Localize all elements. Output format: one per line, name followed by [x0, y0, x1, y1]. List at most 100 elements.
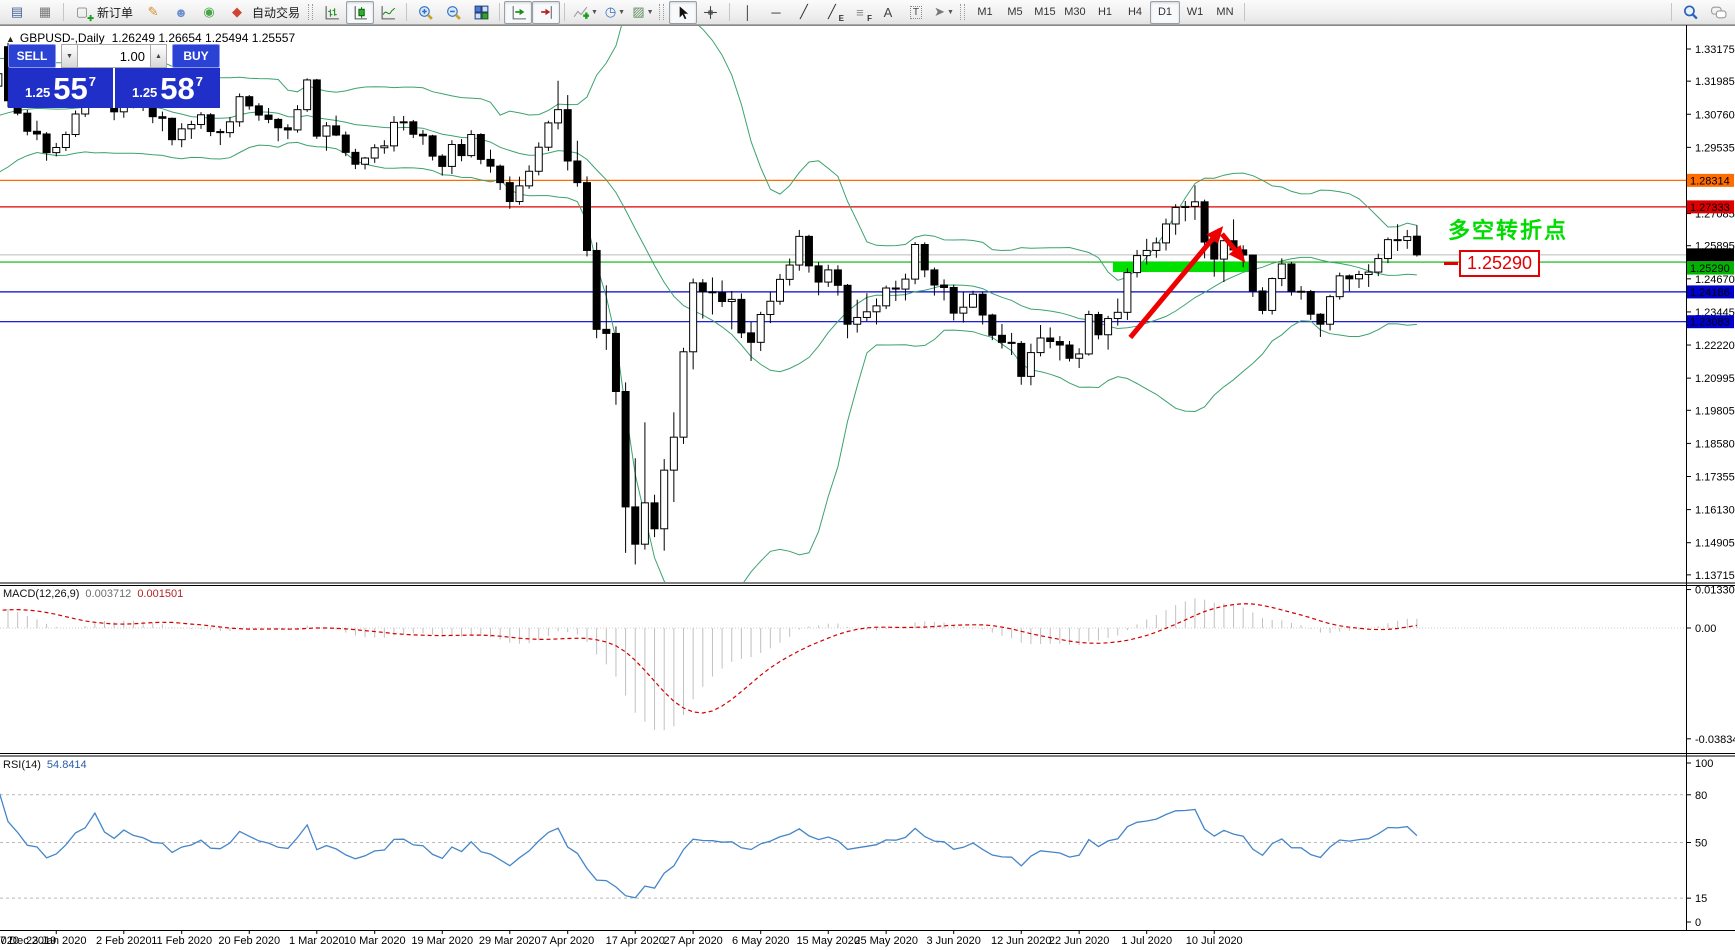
new-order-label: 新订单: [97, 4, 133, 21]
vertical-line-button[interactable]: │: [734, 1, 762, 24]
svg-text:27 Apr 2020: 27 Apr 2020: [663, 935, 722, 947]
timeframe-mn-button[interactable]: MN: [1210, 1, 1240, 24]
svg-text:3 Jun 2020: 3 Jun 2020: [926, 935, 980, 947]
indicators-icon: [572, 4, 589, 21]
candlestick-chart-button[interactable]: [346, 1, 374, 24]
indicators-button[interactable]: ▼: [569, 1, 601, 24]
mql-community-button[interactable]: ☻: [167, 1, 195, 24]
svg-text:19 Mar 2020: 19 Mar 2020: [411, 935, 473, 947]
svg-text:0.013301: 0.013301: [1695, 585, 1735, 597]
svg-text:15 May 2020: 15 May 2020: [796, 935, 860, 947]
svg-text:1.24670: 1.24670: [1695, 274, 1735, 286]
svg-text:1.25557: 1.25557: [1690, 250, 1730, 262]
arrows-button[interactable]: ➤▼: [930, 1, 958, 24]
timeframe-m1-button[interactable]: M1: [970, 1, 1000, 24]
periods-button[interactable]: ◷▼: [601, 1, 629, 24]
dropdown-arrow-icon[interactable]: ▼: [947, 9, 954, 16]
svg-text:1.29535: 1.29535: [1695, 142, 1735, 154]
ohlc-values: 1.26249 1.26654 1.25494 1.25557: [112, 31, 296, 45]
tile-windows-button[interactable]: [467, 1, 495, 24]
svg-text:1.24186: 1.24186: [1690, 287, 1730, 299]
buy-price[interactable]: 1.25 58 7: [115, 68, 220, 108]
toolbar-separator: [564, 3, 565, 21]
new-order-button[interactable]: ▢✚: [68, 1, 96, 24]
crosshair-button[interactable]: [697, 1, 725, 24]
svg-text:80: 80: [1695, 790, 1707, 802]
bar-chart-button[interactable]: [318, 1, 346, 24]
chat-button[interactable]: [1704, 1, 1732, 24]
toolbar-grip: [659, 4, 664, 20]
zoom-out-button[interactable]: [439, 1, 467, 24]
svg-text:0.00: 0.00: [1695, 623, 1716, 635]
arrows-icon: ➤: [934, 4, 945, 20]
chart-list-icon: ▤: [11, 4, 23, 20]
fibonacci-button[interactable]: ≡F: [846, 1, 874, 24]
toolbar-separator: [406, 3, 407, 21]
svg-text:20 Feb 2020: 20 Feb 2020: [218, 935, 280, 947]
svg-text:1.31985: 1.31985: [1695, 76, 1735, 88]
svg-text:12 Jun 2020: 12 Jun 2020: [991, 935, 1052, 947]
zoom-in-button[interactable]: [411, 1, 439, 24]
dropdown-arrow-icon[interactable]: ▼: [647, 9, 654, 16]
svg-text:23 Jan 2020: 23 Jan 2020: [26, 935, 87, 947]
trendline-icon: ╱: [800, 4, 808, 20]
svg-text:10 Mar 2020: 10 Mar 2020: [344, 935, 406, 947]
equidistant-channel-icon-overlay: E: [839, 15, 844, 23]
dropdown-arrow-icon[interactable]: ▼: [618, 9, 625, 16]
chart-title[interactable]: ▲GBPUSD-,Daily1.26249 1.26654 1.25494 1.…: [6, 31, 295, 45]
svg-text:1.19805: 1.19805: [1695, 405, 1735, 417]
volume-increase-button[interactable]: ▲: [150, 44, 167, 68]
svg-text:1.16130: 1.16130: [1695, 505, 1735, 517]
zoom-in-icon: [417, 4, 434, 21]
dropdown-arrow-icon[interactable]: ▼: [591, 9, 598, 16]
svg-text:15: 15: [1695, 893, 1707, 905]
price-callout-label[interactable]: 1.25290: [1459, 250, 1540, 277]
svg-text:11 Feb 2020: 11 Feb 2020: [151, 935, 212, 947]
buy-button[interactable]: BUY: [172, 44, 220, 68]
search-button[interactable]: [1676, 1, 1704, 24]
svg-text:-0.038343: -0.038343: [1695, 734, 1735, 746]
signals-button[interactable]: ◉: [195, 1, 223, 24]
volume-input[interactable]: [78, 44, 150, 68]
timeframe-w1-button[interactable]: W1: [1180, 1, 1210, 24]
one-click-trading-panel: SELL ▼ ▲ BUY 1.25 55 7 1.25 58 7: [8, 44, 220, 108]
text-button[interactable]: A: [874, 1, 902, 24]
timeframe-h4-button[interactable]: H4: [1120, 1, 1150, 24]
sell-price[interactable]: 1.25 55 7: [8, 68, 113, 108]
text-label-button[interactable]: T: [902, 1, 930, 24]
svg-text:1.20995: 1.20995: [1695, 373, 1735, 385]
chart-shift-button[interactable]: [532, 1, 560, 24]
timeframe-d1-button[interactable]: D1: [1150, 1, 1180, 24]
svg-text:6 May 2020: 6 May 2020: [732, 935, 789, 947]
turning-point-annotation[interactable]: 多空转折点: [1448, 213, 1568, 245]
svg-text:29 Mar 2020: 29 Mar 2020: [479, 935, 541, 947]
timeframe-h1-button[interactable]: H1: [1090, 1, 1120, 24]
cursor-button[interactable]: [669, 1, 697, 24]
data-window-icon: ▦: [39, 4, 51, 20]
toolbar-separator: [499, 3, 500, 21]
toolbar-separator: [1671, 3, 1672, 21]
chart-list-button[interactable]: ▤: [3, 1, 31, 24]
horizontal-line-button[interactable]: ─: [762, 1, 790, 24]
macd-value: 0.003712: [85, 588, 131, 600]
toolbar-separator: [63, 3, 64, 21]
line-chart-button[interactable]: [374, 1, 402, 24]
volume-decrease-button[interactable]: ▼: [61, 44, 78, 68]
data-window-button[interactable]: ▦: [31, 1, 59, 24]
trendline-button[interactable]: ╱: [790, 1, 818, 24]
timeframe-m15-button[interactable]: M15: [1030, 1, 1060, 24]
collapse-icon[interactable]: ▲: [6, 34, 15, 44]
templates-button[interactable]: ▨▼: [629, 1, 657, 24]
equidistant-channel-button[interactable]: ╱E: [818, 1, 846, 24]
mql-community-icon: ☻: [174, 5, 188, 20]
toolbar-grip: [960, 4, 965, 20]
svg-text:1.17355: 1.17355: [1695, 471, 1735, 483]
timeframe-m5-button[interactable]: M5: [1000, 1, 1030, 24]
rsi-value: 54.8414: [47, 759, 87, 771]
chart-canvas[interactable]: 1.331751.319851.307601.295351.270851.258…: [0, 0, 1735, 950]
auto-scroll-button[interactable]: [504, 1, 532, 24]
crayon-button[interactable]: ✎: [139, 1, 167, 24]
autotrade-button[interactable]: ◆: [223, 1, 251, 24]
sell-button[interactable]: SELL: [8, 44, 56, 68]
timeframe-m30-button[interactable]: M30: [1060, 1, 1090, 24]
